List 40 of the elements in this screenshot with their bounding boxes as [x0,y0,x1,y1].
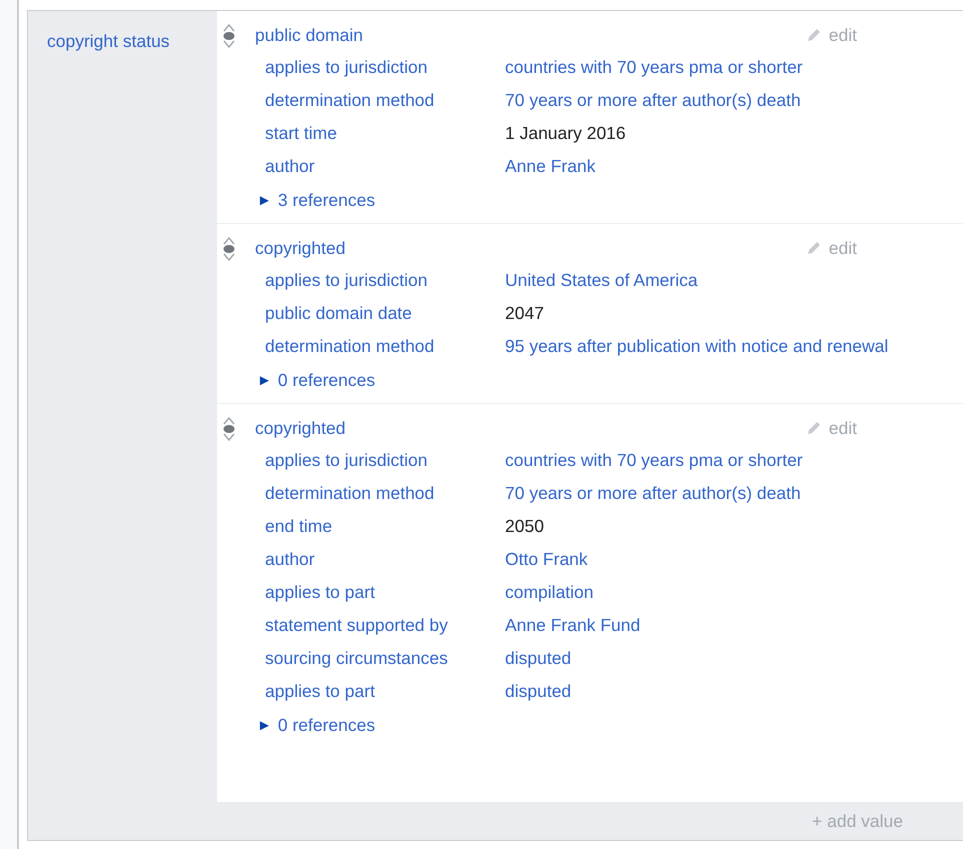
qualifier-value[interactable]: Anne Frank [505,156,596,177]
qualifier-value[interactable]: compilation [505,582,594,603]
qualifier-value: 2050 [505,516,544,537]
qualifier-property[interactable]: determination method [265,336,505,357]
references-toggle[interactable]: ► 3 references [255,183,382,217]
qualifier-property[interactable]: sourcing circumstances [265,648,505,669]
qualifier-property[interactable]: applies to jurisdiction [265,270,505,291]
statement-value[interactable]: copyrighted [255,418,346,438]
qualifier-value[interactable]: disputed [505,681,572,702]
qualifier-value[interactable]: Anne Frank Fund [505,615,640,636]
qualifier-value[interactable]: United States of America [505,270,698,291]
qualifier-property[interactable]: determination method [265,483,505,504]
qualifier-property[interactable]: determination method [265,90,505,111]
qualifier-value: 2047 [505,303,544,324]
qualifier-value[interactable]: countries with 70 years pma or shorter [505,450,803,471]
qualifier-value[interactable]: 95 years after publication with notice and renewal [505,336,888,357]
rank-icon[interactable] [221,416,237,442]
qualifier-property[interactable]: start time [265,123,505,144]
qualifier-property[interactable]: statement supported by [265,615,505,636]
qualifier-property[interactable]: applies to part [265,582,505,603]
qualifier-value: 1 January 2016 [505,123,626,144]
qualifier-property[interactable]: applies to jurisdiction [265,450,505,471]
property-label[interactable]: copyright status [47,31,170,51]
qualifier-property[interactable]: applies to part [265,681,505,702]
qualifier-value[interactable]: disputed [505,648,572,669]
references-toggle[interactable]: ► 0 references [255,708,382,742]
qualifier-value[interactable]: Otto Frank [505,549,588,570]
references-toggle[interactable]: ► 0 references [255,363,382,397]
qualifier-value[interactable]: countries with 70 years pma or shorter [505,57,803,78]
qualifier-property[interactable]: end time [265,516,505,537]
qualifier-property[interactable]: author [265,156,505,177]
rank-icon[interactable] [221,23,237,49]
statement-value[interactable]: copyrighted [255,238,346,258]
qualifier-value[interactable]: 70 years or more after author(s) death [505,90,801,111]
rank-icon[interactable] [221,236,237,262]
qualifier-property[interactable]: author [265,549,505,570]
statement-value[interactable]: public domain [255,24,363,46]
qualifier-value[interactable]: 70 years or more after author(s) death [505,483,801,504]
qualifier-property[interactable]: applies to jurisdiction [265,57,505,78]
qualifier-property[interactable]: public domain date [265,303,505,324]
